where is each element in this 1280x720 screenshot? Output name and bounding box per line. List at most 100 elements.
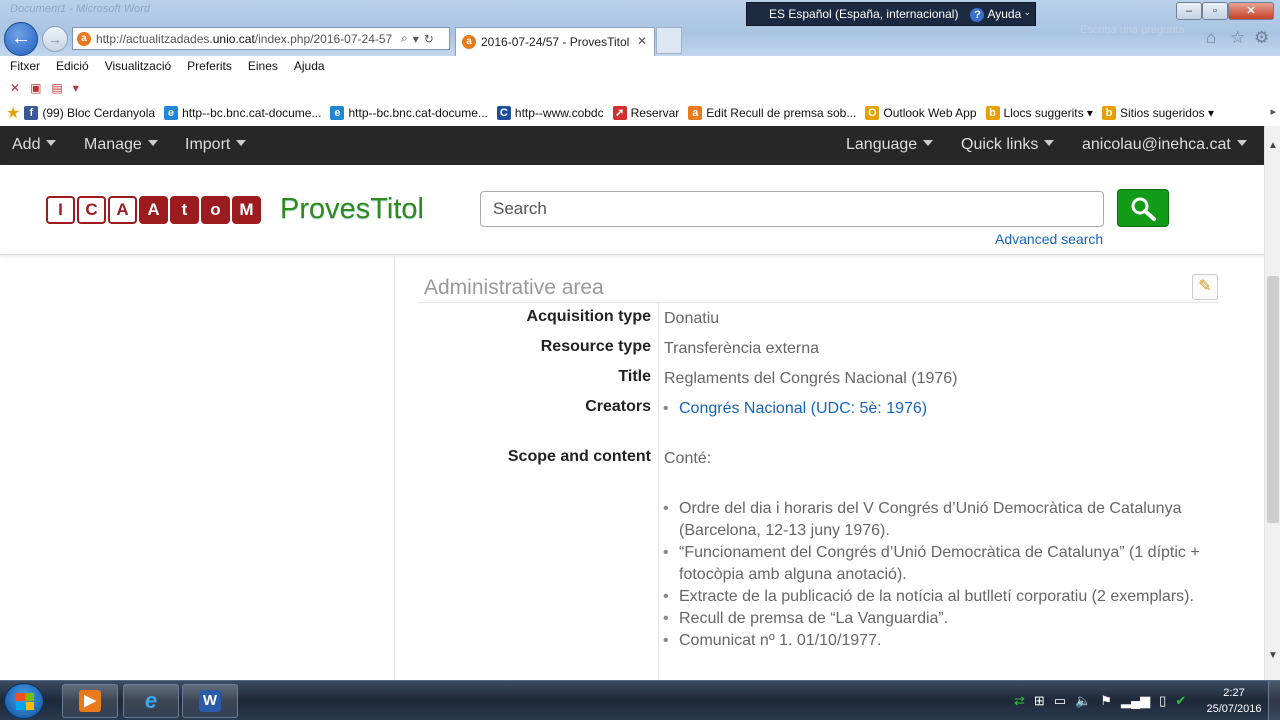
back-button[interactable]: ←	[4, 22, 38, 56]
close-window-button[interactable]: ✕	[1228, 2, 1274, 20]
language-bar[interactable]: ES Español (España, internacional) ? Ayud…	[746, 2, 1036, 26]
nav-import-menu[interactable]: Import	[185, 136, 247, 154]
nav-quick-links-menu[interactable]: Quick links	[961, 136, 1055, 154]
advanced-search-link[interactable]: Advanced search	[995, 231, 1103, 247]
acrobat-icon[interactable]: ▣	[30, 81, 41, 95]
sync-icon[interactable]: ⇄	[1014, 693, 1025, 709]
menu-view[interactable]: Visualització	[105, 59, 171, 73]
tab-close-icon[interactable]: ✕	[637, 34, 647, 48]
favorite-label: Sitios sugeridos ▾	[1119, 106, 1215, 120]
address-search-icon[interactable]: ⌕	[401, 31, 408, 46]
network-icon[interactable]: ▭	[1054, 693, 1066, 709]
url-text[interactable]: http://actualitzadades.unio.cat/index.ph…	[96, 32, 396, 46]
favorite-item[interactable]: ➚ Reservar	[612, 106, 679, 120]
maximize-button[interactable]: ▫	[1202, 2, 1228, 20]
language-bar-options-icon[interactable]: ⌄	[1023, 7, 1031, 18]
language-bar-language[interactable]: ES Español (España, internacional)	[769, 7, 958, 21]
show-desktop-button[interactable]	[1268, 681, 1280, 720]
help-search-ghost: Escriba una pregunta	[1080, 24, 1185, 36]
field-label: Scope and content	[507, 448, 651, 465]
favorite-item[interactable]: b Sitios sugeridos ▾	[1101, 106, 1215, 120]
scope-list-item: Ordre del dia i horaris del V Congrés d’…	[648, 498, 1208, 542]
close-x-icon[interactable]: ✕	[10, 81, 20, 95]
atom-top-nav: Add Manage Import Language Quick links a…	[0, 126, 1264, 165]
menu-favorites[interactable]: Preferits	[187, 59, 232, 73]
address-bar[interactable]: a http://actualitzadades.unio.cat/index.…	[72, 27, 450, 50]
clock[interactable]: 2:27 25/07/2016	[1204, 685, 1264, 717]
scroll-down-icon[interactable]: ▼	[1265, 650, 1280, 661]
logo-letter: I	[46, 196, 75, 224]
tab-provestitol[interactable]: a 2016-07-24/57 - ProvesTitol ✕	[455, 27, 655, 56]
volume-icon[interactable]: 🔈	[1075, 693, 1091, 709]
acrobat-dropdown-icon[interactable]: ▾	[73, 81, 79, 95]
favorite-item[interactable]: a Edit Recull de premsa sob...	[688, 106, 856, 120]
new-tab-button[interactable]	[656, 27, 682, 54]
address-dropdown-icon[interactable]: ▾	[413, 32, 419, 46]
edit-section-button[interactable]: ✎	[1192, 274, 1218, 300]
help-label: Ayuda	[987, 6, 1022, 21]
field-value: Reglaments del Congrés Nacional (1976)	[664, 370, 958, 387]
logo-letter: o	[201, 196, 230, 224]
page-scrollbar[interactable]: ▲ ▼	[1264, 126, 1280, 680]
creator-link[interactable]: Congrés Nacional (UDC: 5è: 1976)	[679, 400, 927, 417]
device-icon[interactable]: ▯	[1159, 693, 1166, 709]
favorites-bar: ★ f (99) Bloc Cerdanyola e http--bc.bnc.cat…	[0, 100, 1280, 126]
refresh-icon[interactable]: ↻	[424, 32, 434, 46]
search-input[interactable]	[480, 191, 1104, 227]
forward-button[interactable]: →	[42, 26, 68, 52]
scrollbar-thumb[interactable]	[1267, 276, 1279, 523]
site-favicon-icon: a	[77, 31, 91, 46]
favorite-item[interactable]: e http--bc.bnc.cat-docume...	[164, 106, 321, 120]
signal-icon[interactable]: ▂▄▆	[1121, 693, 1150, 709]
menu-file[interactable]: Fitxer	[10, 59, 40, 73]
favorite-item[interactable]: b Llocs suggerits ▾	[985, 106, 1093, 120]
gear-icon[interactable]: ⚙	[1254, 28, 1269, 48]
search-button[interactable]	[1117, 189, 1169, 227]
menu-tools[interactable]: Eines	[248, 59, 278, 73]
windows-taskbar: ▶ e W ⇄ ⊞ ▭ 🔈 ⚑ ▂▄▆ ▯ ✔ 2:27 25/07/2016	[0, 680, 1280, 720]
safely-remove-icon[interactable]: ✔	[1175, 693, 1186, 709]
site-name-link[interactable]: ProvesTitol	[280, 193, 424, 226]
favorites-more-icon[interactable]: ▸	[1270, 105, 1276, 118]
scope-intro: Conté:	[664, 450, 712, 467]
acrobat-combine-icon[interactable]: ▤	[51, 81, 62, 95]
scroll-up-icon[interactable]: ▲	[1265, 140, 1280, 151]
taskbar-internet-explorer[interactable]: e	[123, 684, 179, 718]
menu-help[interactable]: Ajuda	[294, 59, 325, 73]
favorites-list: f (99) Bloc Cerdanyola e http--bc.bnc.cat-d…	[24, 106, 1223, 120]
command-bar: ✕ ▣ ▤ ▾	[0, 76, 1280, 100]
ica-atom-logo[interactable]: I C A A t o M	[46, 196, 261, 224]
window-ghost-title: Document1 - Microsoft Word	[10, 3, 150, 15]
language-bar-help[interactable]: ? Ayuda	[970, 7, 1021, 22]
scope-list-item: “Funcionament del Congrés d’Unió Democrà…	[648, 542, 1208, 586]
windows-flag-tray-icon[interactable]: ⊞	[1034, 693, 1045, 709]
nav-add-menu[interactable]: Add	[12, 136, 57, 154]
favorite-label: Llocs suggerits ▾	[1003, 106, 1093, 120]
nav-language-menu[interactable]: Language	[846, 136, 934, 154]
action-center-icon[interactable]: ⚑	[1100, 693, 1112, 709]
favorite-item[interactable]: e http--bc.bnc.cat-docume...	[330, 106, 488, 120]
field-label: Resource type	[540, 338, 651, 355]
caret-down-icon	[1236, 140, 1247, 146]
home-icon[interactable]: ⌂	[1206, 28, 1216, 48]
internet-explorer-icon: e	[144, 688, 158, 713]
search-icon	[1131, 197, 1156, 221]
tab-favicon-icon: a	[462, 35, 476, 49]
taskbar-media-player[interactable]: ▶	[62, 684, 118, 718]
help-icon: ?	[970, 7, 985, 22]
nav-manage-menu[interactable]: Manage	[84, 136, 158, 154]
facebook-icon: f	[24, 106, 39, 120]
favorite-item[interactable]: Chttp--www.cobdc	[496, 106, 604, 120]
taskbar-word[interactable]: W	[182, 684, 238, 718]
field-label: Acquisition type	[526, 308, 651, 325]
nav-user-menu[interactable]: anicolau@inehca.cat	[1082, 136, 1247, 154]
favorites-add-icon[interactable]: ★	[6, 103, 20, 123]
media-player-icon: ▶	[79, 690, 101, 712]
favorite-item[interactable]: f (99) Bloc Cerdanyola	[24, 106, 155, 120]
minimize-button[interactable]: –	[1176, 2, 1202, 20]
list-item: Congrés Nacional (UDC: 5è: 1976)	[648, 398, 1218, 420]
menu-edit[interactable]: Edició	[56, 59, 89, 73]
start-button[interactable]	[4, 683, 44, 719]
favorite-item[interactable]: O Outlook Web App	[865, 106, 977, 120]
favorites-star-icon[interactable]: ☆	[1230, 28, 1245, 48]
